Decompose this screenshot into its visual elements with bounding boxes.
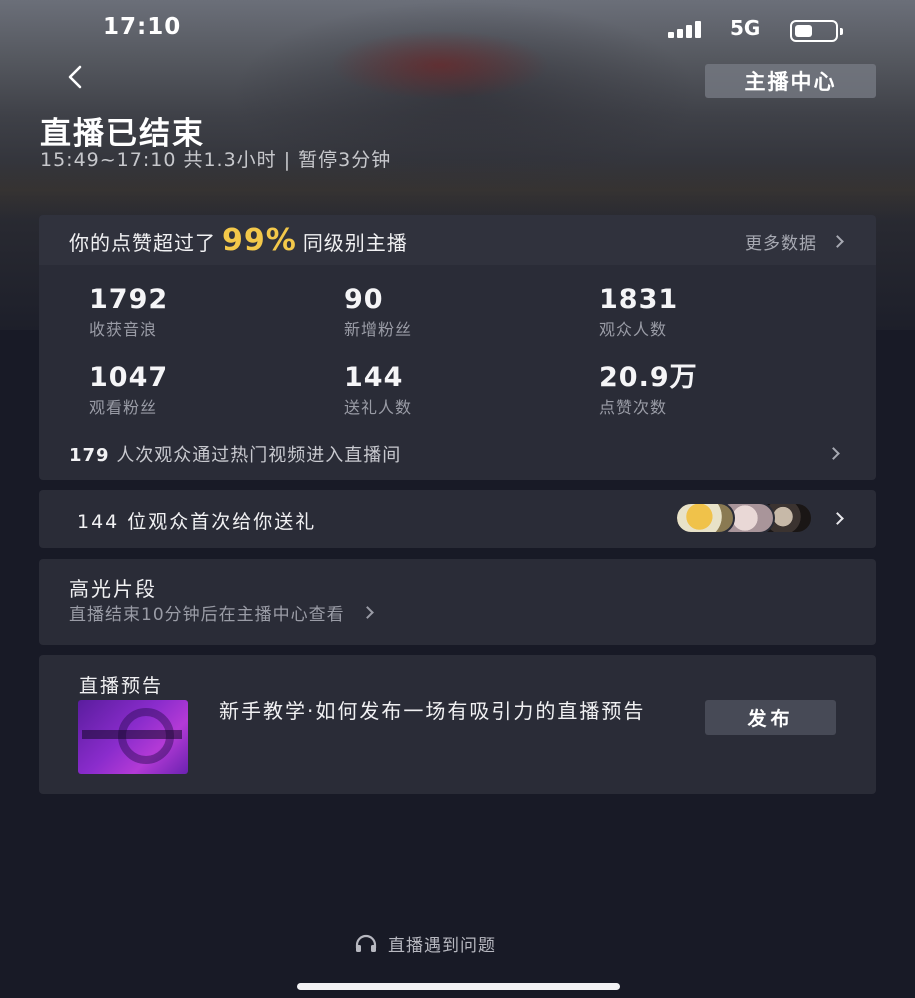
background-blur	[330, 30, 550, 100]
highlights-subtitle: 直播结束10分钟后在主播中心查看	[69, 600, 374, 625]
stat-item: 1792 收获音浪	[89, 285, 168, 340]
summary-card: 你的点赞超过了 99% 同级别主播 更多数据 1792 收获音浪 90 新增粉丝…	[39, 215, 876, 480]
back-button[interactable]	[62, 62, 92, 92]
home-indicator[interactable]	[297, 983, 620, 990]
gifter-avatars	[675, 502, 813, 534]
chevron-left-icon	[68, 65, 82, 89]
stat-label: 观众人数	[599, 320, 668, 339]
status-time: 17:10	[103, 14, 182, 40]
signal-icon	[668, 20, 701, 38]
chevron-right-icon	[360, 606, 374, 619]
network-label: 5G	[730, 16, 761, 40]
hot-video-entry-row[interactable]: 179 人次观众通过热门视频进入直播间	[69, 441, 401, 467]
headset-icon	[355, 934, 377, 952]
publish-button[interactable]: 发布	[705, 700, 836, 735]
chevron-right-icon	[831, 512, 844, 525]
stat-label: 观看粉丝	[89, 398, 158, 417]
highlights-card[interactable]: 高光片段 直播结束10分钟后在主播中心查看	[39, 559, 876, 645]
stat-label: 收获音浪	[89, 320, 158, 339]
chevron-right-icon	[827, 447, 840, 460]
likes-comparison: 你的点赞超过了 99% 同级别主播	[69, 223, 408, 258]
anchor-center-button[interactable]: 主播中心	[705, 64, 876, 98]
avatar	[675, 502, 735, 534]
first-gift-text: 144 位观众首次给你送礼	[77, 511, 317, 533]
likes-suffix: 同级别主播	[302, 231, 408, 255]
help-link[interactable]: 直播遇到问题	[354, 931, 496, 956]
highlights-title: 高光片段	[69, 577, 157, 601]
likes-prefix: 你的点赞超过了	[69, 231, 216, 255]
more-data-label: 更多数据	[745, 234, 817, 254]
stat-value: 1047	[89, 362, 169, 393]
stat-label: 送礼人数	[344, 398, 413, 417]
stat-item: 90 新增粉丝	[344, 285, 412, 340]
stat-label: 点赞次数	[599, 398, 668, 417]
stat-item: 1047 观看粉丝	[89, 363, 168, 418]
more-data-link[interactable]: 更多数据	[745, 229, 844, 254]
stat-value: 1831	[599, 284, 679, 315]
chevron-right-icon	[831, 235, 844, 248]
help-text: 直播遇到问题	[388, 936, 496, 956]
live-preview-card: 直播预告 新手教学·如何发布一场有吸引力的直播预告 发布	[39, 655, 876, 794]
likes-percent: 99%	[222, 223, 297, 258]
stat-value: 90	[344, 284, 384, 315]
stat-value: 1792	[89, 284, 169, 315]
stat-value: 20.9万	[599, 362, 698, 393]
battery-icon	[790, 20, 843, 42]
hot-text: 人次观众通过热门视频进入直播间	[116, 445, 402, 466]
tutorial-thumbnail[interactable]	[78, 700, 188, 774]
preview-title: 直播预告	[79, 675, 164, 697]
likes-header: 你的点赞超过了 99% 同级别主播 更多数据	[39, 215, 876, 265]
first-gift-card[interactable]: 144 位观众首次给你送礼	[39, 490, 876, 548]
stat-item: 20.9万 点赞次数	[599, 363, 698, 418]
highlights-subtitle-text: 直播结束10分钟后在主播中心查看	[69, 605, 345, 625]
stat-label: 新增粉丝	[344, 320, 413, 339]
tutorial-link[interactable]: 新手教学·如何发布一场有吸引力的直播预告	[219, 700, 679, 722]
hot-count: 179	[69, 445, 110, 466]
stat-item: 1831 观众人数	[599, 285, 678, 340]
live-duration: 15:49~17:10 共1.3小时 | 暂停3分钟	[40, 149, 392, 171]
stat-item: 144 送礼人数	[344, 363, 412, 418]
stat-value: 144	[344, 362, 404, 393]
